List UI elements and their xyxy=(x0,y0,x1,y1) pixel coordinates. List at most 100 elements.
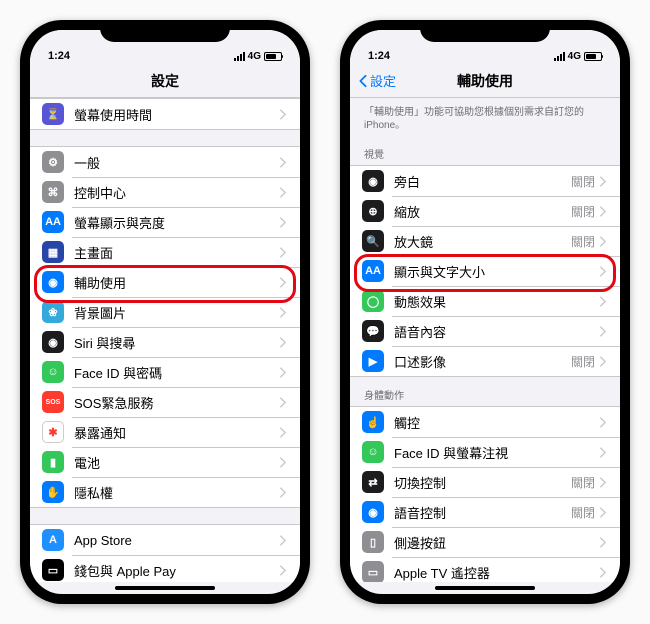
status-network: 4G xyxy=(248,51,261,62)
row-label: 語音內容 xyxy=(394,322,599,341)
chevron-right-icon xyxy=(599,477,606,488)
home-indicator[interactable] xyxy=(115,586,215,590)
row-privacy[interactable]: ✋隱私權 xyxy=(30,477,300,507)
row-label: Face ID 與螢幕注視 xyxy=(394,443,599,462)
row-voiceover[interactable]: ◉ 旁白關閉 xyxy=(350,166,620,196)
nav-back-label: 設定 xyxy=(370,71,396,90)
row-faceid-attention[interactable]: ☺Face ID 與螢幕注視 xyxy=(350,437,620,467)
row-switch-control[interactable]: ⇄切換控制關閉 xyxy=(350,467,620,497)
row-label: 一般 xyxy=(74,153,279,172)
settings-group: ⏳ 螢幕使用時間 xyxy=(30,98,300,130)
row-sos[interactable]: SOSSOS緊急服務 xyxy=(30,387,300,417)
chevron-right-icon xyxy=(279,187,286,198)
row-value: 關閉 xyxy=(571,203,595,220)
row-label: 主畫面 xyxy=(74,243,279,262)
chevron-right-icon xyxy=(279,277,286,288)
home-indicator[interactable] xyxy=(435,586,535,590)
row-exposure-notification[interactable]: ✱ 暴露通知 xyxy=(30,417,300,447)
signal-icon xyxy=(554,52,565,61)
notch xyxy=(420,20,550,42)
row-home-screen[interactable]: ▦ 主畫面 xyxy=(30,237,300,267)
row-touch[interactable]: ☝觸控 xyxy=(350,407,620,437)
row-label: Apple TV 遙控器 xyxy=(394,563,599,582)
row-value: 關閉 xyxy=(571,353,595,370)
row-battery[interactable]: ▮ 電池 xyxy=(30,447,300,477)
screen-time-icon: ⏳ xyxy=(42,103,64,125)
row-siri-search[interactable]: ◉Siri 與搜尋 xyxy=(30,327,300,357)
screen-right: 1:24 4G 設定 輔助使用 「輔助使用」功能可協助您根據個別需求自訂您的 i… xyxy=(350,30,620,594)
row-label: 螢幕使用時間 xyxy=(74,105,279,124)
row-label: 觸控 xyxy=(394,413,599,432)
chevron-right-icon xyxy=(279,109,286,120)
row-display-text-size[interactable]: AA顯示與文字大小 xyxy=(350,256,620,286)
row-magnifier[interactable]: 🔍放大鏡關閉 xyxy=(350,226,620,256)
battery-icon: ▮ xyxy=(42,451,64,473)
home-screen-icon: ▦ xyxy=(42,241,64,263)
row-side-button[interactable]: ▯側邊按鈕 xyxy=(350,527,620,557)
voiceover-icon: ◉ xyxy=(362,170,384,192)
voice-control-icon: ◉ xyxy=(362,501,384,523)
chevron-right-icon xyxy=(599,326,606,337)
wallet-applepay-icon: ▭ xyxy=(42,559,64,581)
row-app-store[interactable]: AApp Store xyxy=(30,525,300,555)
row-voice-control[interactable]: ◉語音控制關閉 xyxy=(350,497,620,527)
row-spoken-content[interactable]: 💬 語音內容 xyxy=(350,316,620,346)
settings-group: AApp Store ▭ 錢包與 Apple Pay xyxy=(30,524,300,582)
spoken-content-icon: 💬 xyxy=(362,320,384,342)
status-network: 4G xyxy=(568,51,581,62)
row-audio-descriptions[interactable]: ▶口述影像關閉 xyxy=(350,346,620,376)
audio-descriptions-icon: ▶ xyxy=(362,350,384,372)
general-icon: ⚙ xyxy=(42,151,64,173)
display-text-size-icon: AA xyxy=(362,260,384,282)
row-screen-time[interactable]: ⏳ 螢幕使用時間 xyxy=(30,99,300,129)
accessibility-list[interactable]: 「輔助使用」功能可協助您根據個別需求自訂您的 iPhone。 視覺◉旁白關閉⊕縮… xyxy=(350,98,620,582)
row-accessibility[interactable]: ◉輔助使用 xyxy=(30,267,300,297)
row-general[interactable]: ⚙ 一般 xyxy=(30,147,300,177)
row-value: 關閉 xyxy=(571,173,595,190)
row-label: 暴露通知 xyxy=(74,423,279,442)
row-apple-tv-remote[interactable]: ▭Apple TV 遙控器 xyxy=(350,557,620,582)
row-control-center[interactable]: ⌘控制中心 xyxy=(30,177,300,207)
chevron-right-icon xyxy=(279,367,286,378)
nav-back-button[interactable]: 設定 xyxy=(358,71,396,90)
notch xyxy=(100,20,230,42)
row-label: 控制中心 xyxy=(74,183,279,202)
signal-icon xyxy=(234,52,245,61)
row-label: 旁白 xyxy=(394,172,571,191)
nav-bar: 設定 xyxy=(30,64,300,98)
chevron-left-icon xyxy=(358,74,368,88)
status-right: 4G xyxy=(554,51,602,62)
row-label: 電池 xyxy=(74,453,279,472)
section-header: 身體動作 xyxy=(350,377,620,406)
row-wallet-applepay[interactable]: ▭ 錢包與 Apple Pay xyxy=(30,555,300,582)
row-label: 背景圖片 xyxy=(74,303,279,322)
screen-left: 1:24 4G 設定 ⏳螢幕使用時間⚙一般⌘控制中心AA螢幕顯示與亮度▦主畫面◉… xyxy=(30,30,300,594)
row-wallpaper[interactable]: ❀ 背景圖片 xyxy=(30,297,300,327)
battery-icon xyxy=(584,52,602,61)
row-motion[interactable]: ◯動態效果 xyxy=(350,286,620,316)
row-faceid-passcode[interactable]: ☺Face ID 與密碼 xyxy=(30,357,300,387)
settings-list[interactable]: ⏳螢幕使用時間⚙一般⌘控制中心AA螢幕顯示與亮度▦主畫面◉輔助使用❀背景圖片◉S… xyxy=(30,98,300,582)
chevron-right-icon xyxy=(599,236,606,247)
row-label: SOS緊急服務 xyxy=(74,393,279,412)
row-label: 錢包與 Apple Pay xyxy=(74,561,279,580)
privacy-icon: ✋ xyxy=(42,481,64,503)
wallpaper-icon: ❀ xyxy=(42,301,64,323)
chevron-right-icon xyxy=(279,307,286,318)
accessibility-icon: ◉ xyxy=(42,271,64,293)
chevron-right-icon xyxy=(599,176,606,187)
chevron-right-icon xyxy=(279,535,286,546)
chevron-right-icon xyxy=(599,356,606,367)
chevron-right-icon xyxy=(279,457,286,468)
row-display-brightness[interactable]: AA螢幕顯示與亮度 xyxy=(30,207,300,237)
row-zoom[interactable]: ⊕縮放關閉 xyxy=(350,196,620,226)
row-label: Face ID 與密碼 xyxy=(74,363,279,382)
row-label: 螢幕顯示與亮度 xyxy=(74,213,279,232)
chevron-right-icon xyxy=(599,266,606,277)
row-value: 關閉 xyxy=(571,474,595,491)
exposure-notification-icon: ✱ xyxy=(42,421,64,443)
chevron-right-icon xyxy=(599,567,606,578)
row-label: Siri 與搜尋 xyxy=(74,333,279,352)
chevron-right-icon xyxy=(279,217,286,228)
settings-group: ◉旁白關閉⊕縮放關閉🔍放大鏡關閉AA顯示與文字大小◯動態效果💬語音內容▶口述影像… xyxy=(350,165,620,377)
